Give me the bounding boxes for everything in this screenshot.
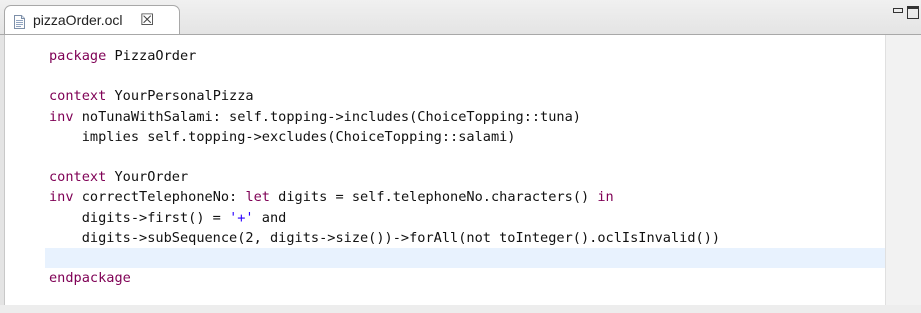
keyword-token: context [49,88,107,105]
code-line[interactable] [49,66,885,86]
tab-title: pizzaOrder.ocl [33,12,123,28]
keyword-token: inv [49,108,74,125]
code-line[interactable]: package PizzaOrder [49,46,885,66]
ocl-file-icon [14,14,25,29]
tab-pizzaorder-ocl[interactable]: pizzaOrder.ocl ☒ [4,5,180,34]
code-token: and [253,209,287,226]
code-line[interactable]: inv noTunaWithSalami: self.topping->incl… [49,107,885,127]
code-token: YourOrder [106,169,189,186]
close-icon[interactable]: ☒ [140,10,154,29]
code-line[interactable] [45,247,885,269]
code-token: noTunaWithSalami: self.topping->includes… [73,108,581,125]
code-line[interactable]: context YourPersonalPizza [49,86,885,106]
keyword-token: package [49,48,107,64]
keyword-token: in [597,189,614,206]
code-line[interactable]: context YourOrder [49,167,885,187]
code-token: PizzaOrder [106,48,197,64]
overview-ruler [885,35,921,312]
string-token: '+' [229,209,254,226]
minimize-icon[interactable] [893,8,903,13]
code-token: YourPersonalPizza [106,88,254,105]
code-token: digits = self.telephoneNo.characters() [270,189,598,206]
code-token: correctTelephoneNo: [73,189,246,206]
code-line[interactable]: digits->first() = '+' and [49,208,885,228]
code-token: digits->first() = [49,209,230,226]
keyword-token: context [49,169,107,186]
editor-window: pizzaOrder.ocl ☒ package PizzaOrder cont… [0,0,921,313]
code-line[interactable]: inv correctTelephoneNo: let digits = sel… [49,187,885,207]
view-controls [893,6,919,22]
code-text[interactable]: package PizzaOrder context YourPersonalP… [45,46,885,288]
keyword-token: endpackage [49,270,131,287]
code-line[interactable] [49,147,885,167]
code-token: digits->subSequence(2, digits->size())->… [49,229,721,246]
tab-bar: pizzaOrder.ocl ☒ [0,0,921,34]
code-token: implies self.topping->excludes(ChoiceTop… [49,128,516,145]
code-editor[interactable]: package PizzaOrder context YourPersonalP… [0,34,921,313]
maximize-icon[interactable] [907,6,919,19]
keyword-token: let [245,189,270,206]
keyword-token: inv [49,189,74,206]
code-line[interactable]: implies self.topping->excludes(ChoiceTop… [49,127,885,147]
code-line[interactable]: endpackage [49,268,885,288]
code-line[interactable]: digits->subSequence(2, digits->size())->… [49,228,885,248]
